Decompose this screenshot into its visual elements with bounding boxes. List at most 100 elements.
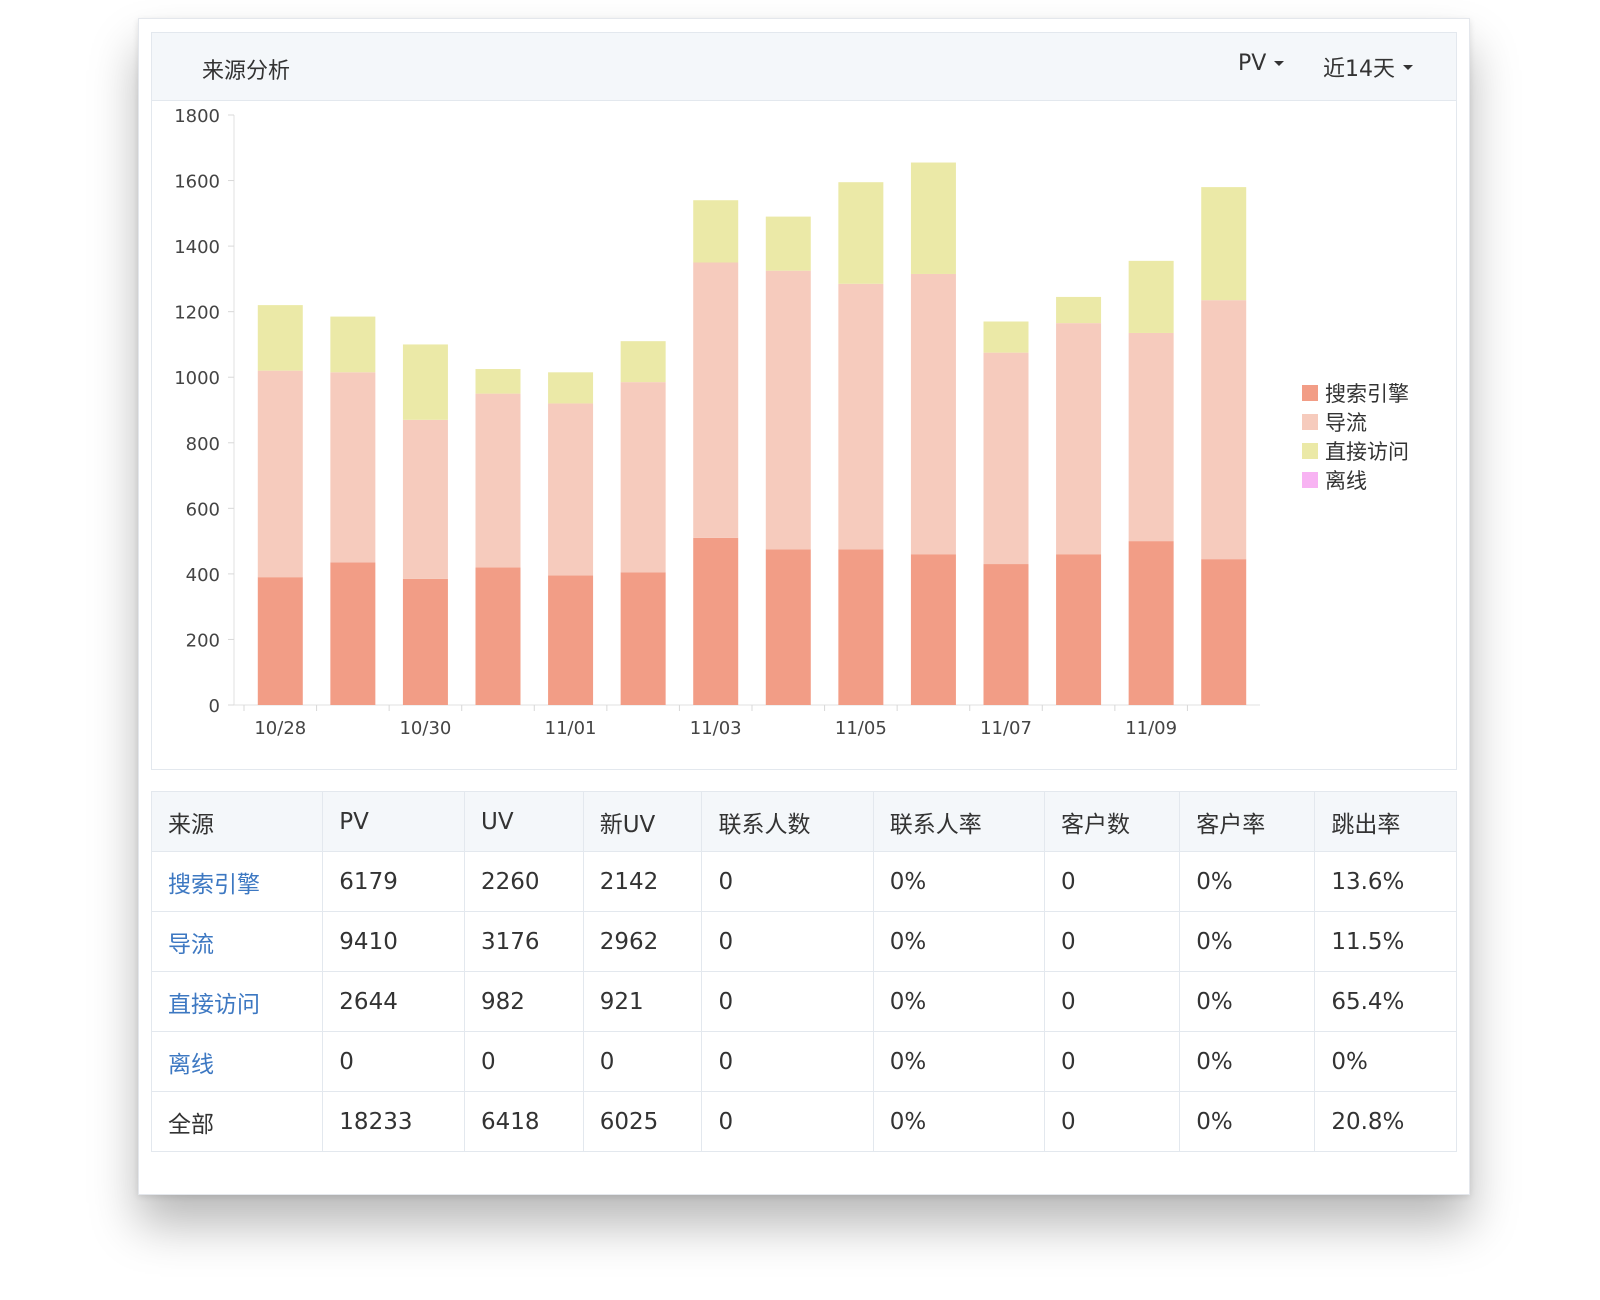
legend-swatch: [1302, 471, 1318, 488]
bar-segment-3: [693, 200, 739, 263]
y-tick-label: 1200: [174, 303, 220, 324]
cell-pv: 9410: [322, 911, 465, 972]
bar-segment-2: [330, 372, 376, 563]
table-body: 搜索引擎 6179 2260 2142 0 0% 0 0% 13.6% 导流 9410 3176 296…: [150, 851, 1457, 1152]
cell-uv: 982: [464, 971, 584, 1032]
cell-uv: 6418: [464, 1091, 584, 1152]
source-link[interactable]: 直接访问: [168, 992, 260, 1018]
legend-swatch: [1302, 384, 1318, 401]
bar-segment-2: [548, 403, 594, 576]
legend-label: 直接访问: [1325, 439, 1409, 464]
y-tick-label: 1000: [174, 368, 220, 389]
metric-dropdown-label: PV: [1238, 51, 1267, 76]
cell-bounce-rate: 20.8%: [1314, 1091, 1457, 1152]
x-tick-label: 10/30: [399, 718, 451, 739]
legend-item-direct[interactable]: 直接访问: [1302, 436, 1409, 465]
table-row: 全部 18233 6418 6025 0 0% 0 0% 20.8%: [150, 1091, 1457, 1152]
cell-customers: 0: [1044, 851, 1181, 912]
table-row: 离线 0 0 0 0 0% 0 0% 0%: [150, 1031, 1457, 1092]
caret-down-icon: [1403, 64, 1413, 70]
cell-bounce-rate: 65.4%: [1314, 971, 1457, 1032]
cell-customers: 0: [1044, 971, 1181, 1032]
bar-segment-1: [765, 549, 811, 705]
bar-segment-1: [1201, 559, 1247, 705]
cell-customers: 0: [1044, 911, 1181, 972]
cell-customers: 0: [1044, 1031, 1181, 1092]
y-tick-label: 800: [186, 434, 220, 455]
cell-source: 全部: [150, 1091, 324, 1152]
bar-segment-2: [983, 352, 1029, 565]
bar-segment-2: [693, 262, 739, 538]
cell-bounce-rate: 0%: [1314, 1031, 1457, 1092]
bar-segment-1: [330, 562, 376, 705]
cell-bounce-rate: 11.5%: [1314, 911, 1457, 972]
y-tick-label: 200: [186, 630, 220, 651]
bar-segment-2: [765, 270, 811, 550]
cell-source: 直接访问: [150, 971, 324, 1032]
bar-segment-1: [838, 549, 884, 705]
bar-segment-1: [402, 578, 448, 705]
bar-segment-3: [983, 321, 1029, 353]
bar-segment-1: [983, 564, 1029, 705]
cell-uv: 3176: [464, 911, 584, 972]
bar-segment-1: [475, 567, 521, 705]
cell-contact-rate: 0%: [872, 1031, 1046, 1092]
cell-new-uv: 2962: [582, 911, 703, 972]
legend-item-search[interactable]: 搜索引擎: [1302, 378, 1409, 407]
source-link[interactable]: 搜索引擎: [168, 872, 260, 898]
table-header-row: 来源 PV UV 新UV 联系人数 联系人率 客户数 客户率 跳出率: [150, 791, 1457, 852]
table-row: 导流 9410 3176 2962 0 0% 0 0% 11.5%: [150, 911, 1457, 972]
col-header-bounce-rate: 跳出率: [1314, 791, 1457, 852]
cell-source: 搜索引擎: [150, 851, 324, 912]
metric-dropdown[interactable]: PV: [1238, 51, 1285, 76]
bar-segment-3: [838, 182, 884, 284]
col-header-contacts: 联系人数: [701, 791, 874, 852]
cell-customer-rate: 0%: [1179, 1031, 1316, 1092]
cell-source: 导流: [150, 911, 324, 972]
cell-new-uv: 0: [582, 1031, 703, 1092]
cell-bounce-rate: 13.6%: [1314, 851, 1457, 912]
cell-new-uv: 6025: [582, 1091, 703, 1152]
bar-segment-1: [257, 577, 303, 705]
source-link[interactable]: 导流: [168, 932, 214, 958]
date-range-dropdown[interactable]: 近14天: [1323, 51, 1413, 83]
legend-item-referral[interactable]: 导流: [1302, 407, 1409, 436]
bar-segment-3: [1201, 187, 1247, 301]
bar-segment-3: [330, 316, 376, 373]
cell-new-uv: 2142: [582, 851, 703, 912]
cell-contact-rate: 0%: [872, 971, 1046, 1032]
bar-segment-3: [620, 341, 666, 383]
x-tick-label: 11/09: [1125, 718, 1177, 739]
x-tick-label: 11/07: [980, 718, 1032, 739]
caret-down-icon: [1274, 61, 1285, 66]
col-header-pv: PV: [322, 791, 465, 852]
cell-contacts: 0: [701, 911, 874, 972]
bar-segment-2: [620, 382, 666, 573]
col-header-source: 来源: [150, 791, 324, 852]
source-link[interactable]: 离线: [168, 1052, 214, 1078]
table-row: 搜索引擎 6179 2260 2142 0 0% 0 0% 13.6%: [150, 851, 1457, 912]
x-tick-label: 11/05: [835, 718, 887, 739]
x-tick-label: 10/28: [254, 718, 306, 739]
cell-uv: 0: [464, 1031, 584, 1092]
legend-label: 导流: [1325, 410, 1367, 435]
cell-contacts: 0: [701, 1031, 874, 1092]
bar-segment-2: [257, 370, 303, 578]
legend-item-offline[interactable]: 离线: [1302, 465, 1409, 494]
source-table: 来源 PV UV 新UV 联系人数 联系人率 客户数 客户率 跳出率 搜索引擎 6…: [150, 791, 1457, 1152]
cell-pv: 2644: [322, 971, 465, 1032]
cell-pv: 18233: [322, 1091, 465, 1152]
bar-segment-3: [402, 344, 448, 420]
bar-segment-2: [910, 273, 956, 555]
bar-segment-1: [693, 537, 739, 705]
y-tick-label: 0: [209, 696, 220, 717]
cell-contacts: 0: [701, 971, 874, 1032]
bar-segment-2: [1128, 332, 1174, 542]
bar-segment-2: [402, 419, 448, 579]
legend-swatch: [1302, 442, 1318, 459]
chart-legend: 搜索引擎 导流 直接访问 离线: [1302, 378, 1409, 494]
bar-segment-2: [475, 393, 521, 568]
col-header-new-uv: 新UV: [582, 791, 703, 852]
legend-label: 搜索引擎: [1325, 381, 1409, 406]
panel-header: 来源分析 PV 近14天: [152, 33, 1456, 101]
